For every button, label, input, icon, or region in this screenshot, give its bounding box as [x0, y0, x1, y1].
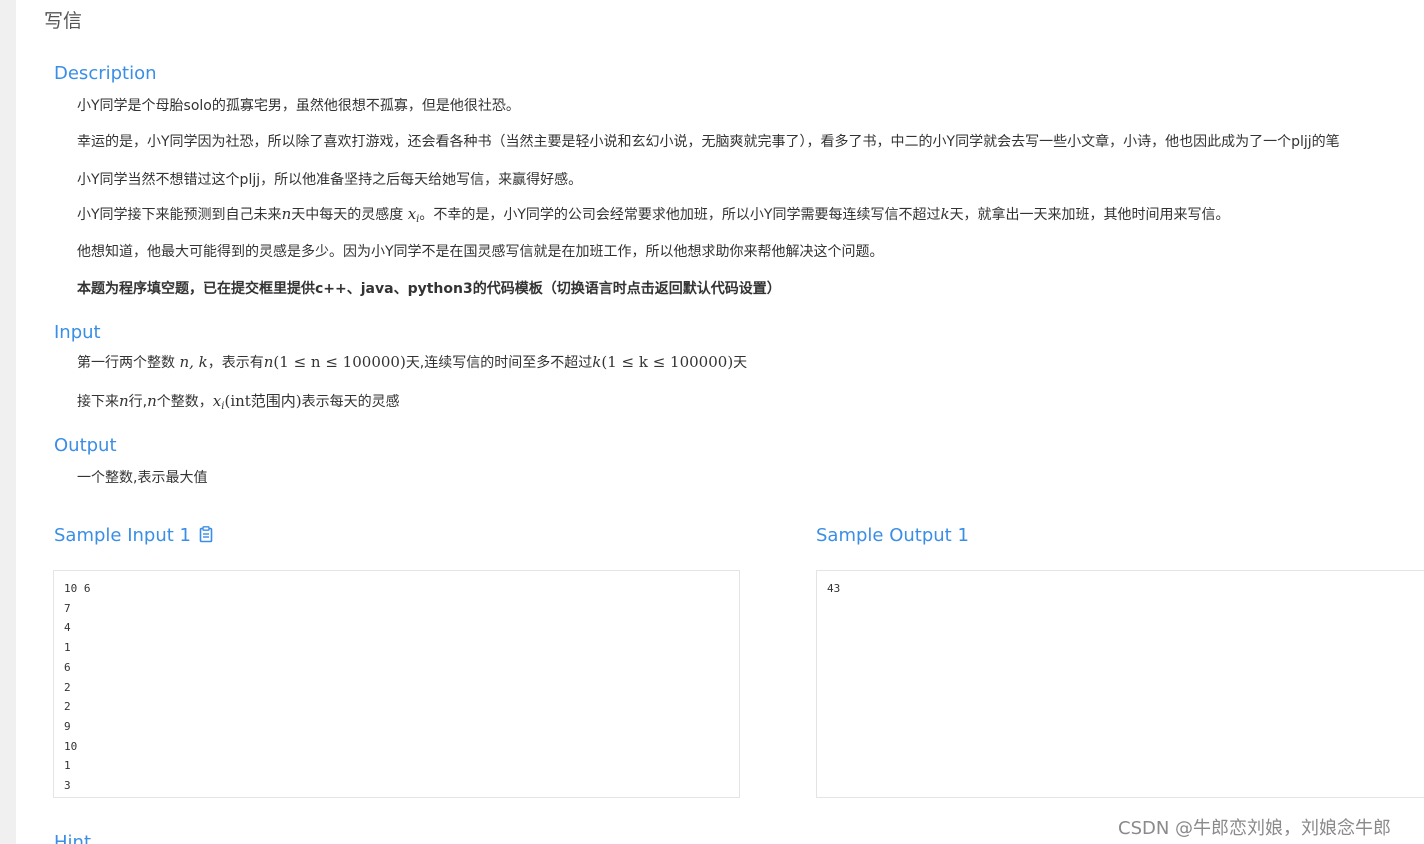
description-template-note: 本题为程序填空题，已在提交框里提供c++、java、python3的代码模板（切… [77, 281, 781, 297]
problem-card: 写信 Description 小Y同学是个母胎solo的孤寡宅男，虽然他很想不孤… [16, 0, 1424, 844]
input-line-2: 接下来n行,n个整数，xi(int范围内)表示每天的灵感 [77, 390, 400, 412]
input2-math-n1: n [119, 392, 129, 410]
clipboard-icon[interactable] [199, 526, 213, 548]
input1-text-a: 第一行两个整数 [77, 355, 180, 371]
description-paragraph-1: 小Y同学是个母胎solo的孤寡宅男，虽然他很想不孤寡，但是他很社恐。 [77, 98, 520, 114]
problem-title: 写信 [44, 10, 83, 32]
sample-input-content[interactable]: 10 6 7 4 1 6 2 2 9 10 1 3 [54, 571, 739, 804]
input1-text-b: ，表示有 [207, 355, 264, 371]
input1-math-n: n [263, 353, 274, 371]
input2-text-c: 个整数， [156, 394, 213, 410]
input2-text-b: 行, [128, 394, 148, 410]
description-paragraph-3: 小Y同学当然不想错过这个pljj，所以他准备坚持之后每天给她写信，来赢得好感。 [77, 172, 583, 188]
input1-math-range-k: (1 ≤ k ≤ 100000) [601, 353, 734, 371]
left-gutter [0, 0, 16, 844]
input2-math-int-range: (int范围内) [224, 392, 302, 410]
description-paragraph-4: 小Y同学接下来能预测到自己未来n天中每天的灵感度 xi。不幸的是，小Y同学的公司… [77, 204, 1230, 225]
input1-math-range-n: (1 ≤ n ≤ 100000) [273, 353, 406, 371]
sample-input-box[interactable]: 10 6 7 4 1 6 2 2 9 10 1 3 [53, 570, 740, 798]
desc4-text-b: 天中每天的灵感度 [291, 207, 408, 223]
sample-input-heading-label: Sample Input 1 [54, 525, 191, 546]
desc4-text-a: 小Y同学接下来能预测到自己未来 [77, 207, 282, 223]
hint-heading: Hint [54, 832, 92, 844]
description-paragraph-5: 他想知道，他最大可能得到的灵感是多少。因为小Y同学不是在国灵感写信就是在加班工作… [77, 244, 884, 260]
input2-math-n2: n [147, 392, 157, 410]
sample-output-heading: Sample Output 1 [816, 525, 969, 546]
desc4-text-d: 天，就拿出一天来加班，其他时间用来写信。 [949, 207, 1230, 223]
desc4-math-k: k [940, 205, 950, 223]
input1-text-d: 天 [733, 355, 748, 371]
sample-output-content[interactable]: 43 [817, 571, 1424, 607]
output-heading: Output [54, 435, 117, 456]
sample-input-heading: Sample Input 1 [54, 525, 213, 548]
sample-output-box[interactable]: 43 [816, 570, 1424, 798]
output-text: 一个整数,表示最大值 [77, 470, 208, 486]
input2-text-a: 接下来 [77, 394, 119, 410]
input2-math-x: x [212, 392, 222, 410]
input1-math-k: k [592, 353, 602, 371]
input-line-1: 第一行两个整数 n, k，表示有n(1 ≤ n ≤ 100000)天,连续写信的… [77, 352, 747, 372]
input2-text-d: 表示每天的灵感 [301, 394, 400, 410]
desc4-text-c: 。不幸的是，小Y同学的公司会经常要求他加班，所以小Y同学需要每连续写信不超过 [419, 207, 941, 223]
input1-math-nk: n, k [179, 353, 208, 371]
input1-text-c: 天,连续写信的时间至多不超过 [405, 355, 593, 371]
watermark: CSDN @牛郎恋刘娘，刘娘念牛郎 [1118, 818, 1392, 839]
description-paragraph-2: 幸运的是，小Y同学因为社恐，所以除了喜欢打游戏，还会看各种书（当然主要是轻小说和… [77, 134, 1340, 150]
description-heading: Description [54, 63, 157, 84]
page: 写信 Description 小Y同学是个母胎solo的孤寡宅男，虽然他很想不孤… [0, 0, 1424, 844]
desc4-math-x: x [407, 205, 417, 223]
desc4-math-n: n [281, 205, 292, 223]
input-heading: Input [54, 322, 101, 343]
